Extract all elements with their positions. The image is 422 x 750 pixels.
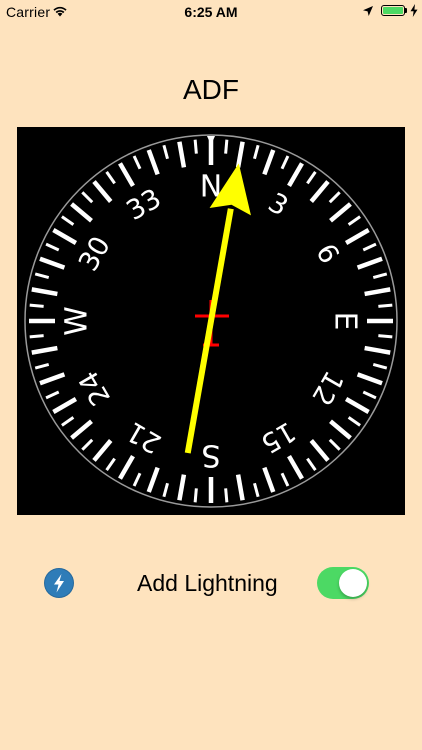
- dial-tick: [29, 303, 44, 308]
- clock: 6:25 AM: [184, 4, 238, 20]
- battery-icon: [381, 5, 405, 16]
- compass-card: N 3 6 E 12 15 S 21 24 W 30 33: [24, 134, 398, 508]
- charging-bolt-icon: [410, 4, 418, 17]
- dial-tick: [193, 139, 198, 154]
- dial-tick: [378, 303, 393, 308]
- toggle-knob[interactable]: [339, 569, 367, 597]
- battery-level: [383, 7, 403, 14]
- dial-tick: [193, 488, 198, 503]
- lightning-button[interactable]: [44, 568, 74, 598]
- add-lightning-toggle[interactable]: [317, 567, 369, 599]
- dial-tick: [29, 334, 44, 339]
- battery-tip: [405, 8, 407, 13]
- dial-tick: [224, 139, 229, 154]
- dial-tick: [378, 334, 393, 339]
- cardinal-east: E: [328, 312, 363, 331]
- adf-dial: N 3 6 E 12 15 S 21 24 W 30 33: [17, 127, 405, 515]
- page-title: ADF: [183, 74, 239, 105]
- status-bar: Carrier 6:25 AM: [0, 0, 422, 24]
- lightning-icon: [54, 574, 64, 593]
- location-arrow-icon: [363, 6, 373, 16]
- dial-tick: [224, 488, 229, 503]
- cardinal-west: W: [60, 306, 95, 336]
- add-lightning-label: Add Lightning: [137, 570, 278, 596]
- cardinal-south: S: [201, 438, 220, 473]
